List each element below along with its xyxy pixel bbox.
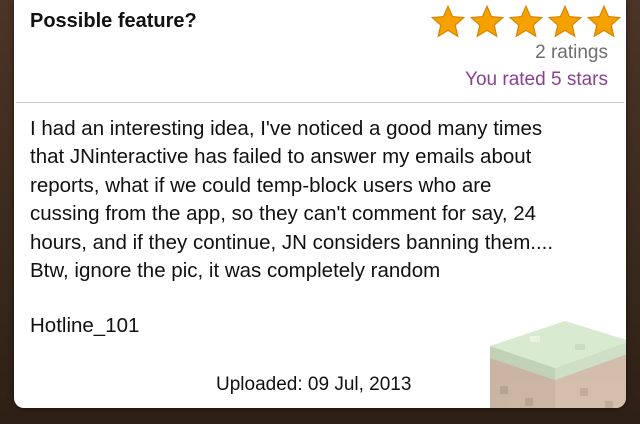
grass-block-icon[interactable] xyxy=(470,316,626,408)
star-rating[interactable] xyxy=(430,4,622,40)
user-rating-label: You rated 5 stars xyxy=(465,69,608,90)
post-title: Possible feature? xyxy=(30,10,197,32)
star-icon[interactable] xyxy=(469,4,505,40)
star-icon[interactable] xyxy=(586,4,622,40)
post-author: Hotline_101 xyxy=(30,314,140,337)
divider xyxy=(16,102,624,103)
ratings-count: 2 ratings xyxy=(535,42,608,63)
star-icon[interactable] xyxy=(547,4,583,40)
post-card: Possible feature? 2 ratings You rated 5 … xyxy=(14,0,626,408)
upload-date: Uploaded: 09 Jul, 2013 xyxy=(216,374,412,395)
star-icon[interactable] xyxy=(430,4,466,40)
star-icon[interactable] xyxy=(508,4,544,40)
post-body: I had an interesting idea, I've noticed … xyxy=(30,117,554,283)
